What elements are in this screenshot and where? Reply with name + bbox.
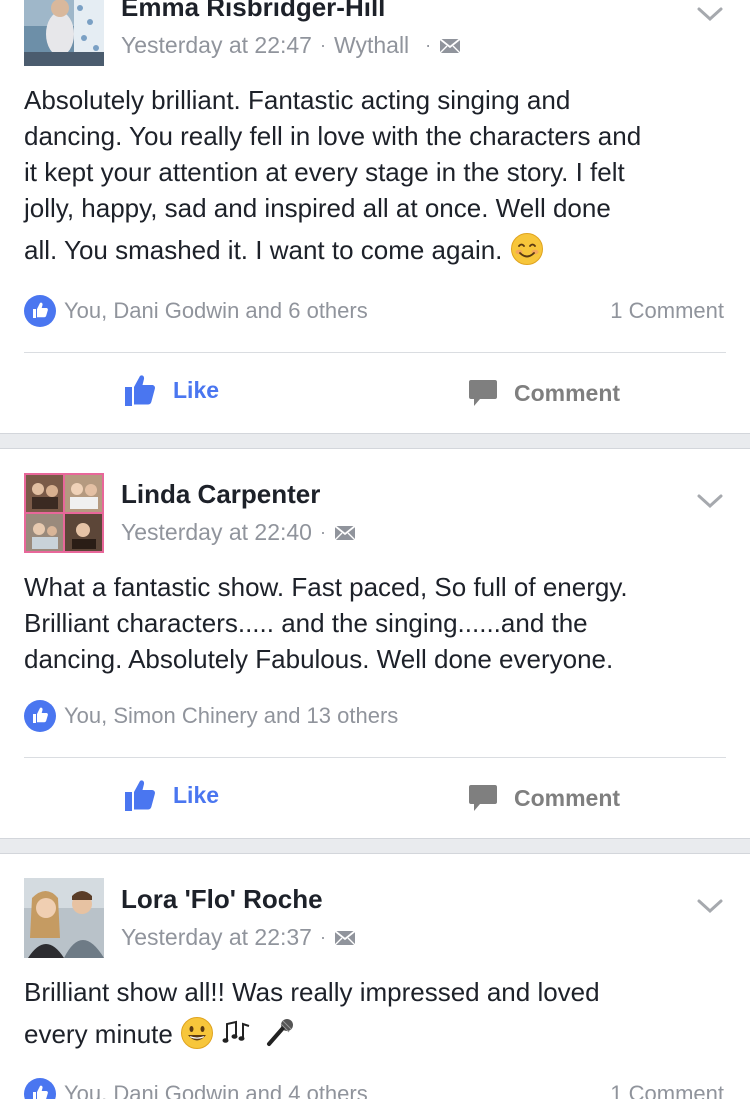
comments-count[interactable]: 1 Comment [610, 298, 724, 324]
comments-count[interactable]: 1 Comment [610, 1081, 724, 1099]
like-button[interactable]: Like [124, 779, 219, 812]
smiling-emoji-icon [510, 233, 543, 265]
post-body-line: dancing. You really fell in love with th… [24, 121, 642, 151]
like-button[interactable]: Like [124, 374, 219, 407]
post-body-line: What a fantastic show. Fast paced, So fu… [24, 572, 628, 602]
post-location[interactable]: Wythall [334, 32, 409, 59]
post-separator [0, 433, 750, 449]
post-body-line: dancing. Absolutely Fabulous. Well done … [24, 644, 614, 674]
post-body-line: all. You smashed it. I want to come agai… [24, 235, 503, 265]
meta-separator: · [319, 35, 326, 55]
post-card: Lora 'Flo' Roche Yesterday at 22:37 · Br… [0, 854, 750, 1099]
comment-bubble-icon [469, 380, 497, 406]
post-meta: Yesterday at 22:47 · Wythall · [121, 32, 461, 59]
chevron-down-icon[interactable] [696, 896, 724, 916]
microphone-icon [266, 1019, 293, 1046]
divider [24, 352, 726, 353]
reaction-names[interactable]: You, Dani Godwin and 4 others [64, 1081, 368, 1099]
envelope-icon [334, 524, 356, 540]
thumbs-up-icon [125, 780, 155, 811]
post-body: Absolutely brilliant. Fantastic acting s… [24, 82, 734, 268]
post-card: Linda Carpenter Yesterday at 22:40 · Wha… [0, 449, 750, 838]
author-avatar[interactable] [24, 0, 104, 66]
reaction-summary[interactable]: You, Dani Godwin and 6 others [24, 295, 368, 327]
comment-button[interactable]: Comment [468, 783, 620, 813]
post-card: Emma Risbridger-Hill Yesterday at 22:47 … [0, 0, 750, 433]
post-meta: Yesterday at 22:37 · [121, 924, 356, 951]
post-body-line: Brilliant show all!! Was really impresse… [24, 977, 600, 1007]
thumbs-up-badge-icon [24, 295, 56, 327]
thumbs-up-icon [125, 375, 155, 406]
reaction-summary[interactable]: You, Simon Chinery and 13 others [24, 700, 398, 732]
like-button-label: Like [173, 782, 220, 808]
meta-separator: · [319, 927, 326, 947]
post-timestamp[interactable]: Yesterday at 22:40 [121, 519, 312, 546]
post-body-last: all. You smashed it. I want to come agai… [24, 232, 734, 268]
chevron-down-icon[interactable] [696, 4, 724, 24]
comment-bubble-icon [469, 785, 497, 811]
post-body: Brilliant show all!! Was really impresse… [24, 974, 734, 1052]
meta-separator: · [425, 35, 432, 55]
envelope-icon [439, 37, 461, 53]
thumbs-up-badge-icon [24, 1078, 56, 1099]
author-name[interactable]: Lora 'Flo' Roche [121, 884, 323, 915]
post-body-line: jolly, happy, sad and inspired all at on… [24, 193, 611, 223]
comment-button-label: Comment [514, 379, 621, 406]
post-body-line: Absolutely brilliant. Fantastic acting s… [24, 85, 571, 115]
post-body-line: it kept your attention at every stage in… [24, 157, 625, 187]
post-body-last: every minute [24, 1016, 734, 1052]
comment-button[interactable]: Comment [468, 378, 620, 408]
post-timestamp[interactable]: Yesterday at 22:47 [121, 32, 312, 59]
author-name[interactable]: Emma Risbridger-Hill [121, 0, 385, 23]
post-body-line: Brilliant characters..... and the singin… [24, 608, 588, 638]
envelope-icon [334, 929, 356, 945]
post-timestamp[interactable]: Yesterday at 22:37 [121, 924, 312, 951]
divider [24, 757, 726, 758]
author-avatar[interactable] [24, 473, 104, 553]
like-button-label: Like [173, 377, 220, 403]
music-notes-icon [222, 1020, 250, 1043]
reaction-names[interactable]: You, Simon Chinery and 13 others [64, 703, 398, 729]
post-body: What a fantastic show. Fast paced, So fu… [24, 569, 734, 677]
meta-separator: · [319, 522, 326, 542]
post-meta: Yesterday at 22:40 · [121, 519, 356, 546]
thumbs-up-badge-icon [24, 700, 56, 732]
reaction-names[interactable]: You, Dani Godwin and 6 others [64, 298, 368, 324]
comment-button-label: Comment [514, 784, 621, 811]
post-body-line: every minute [24, 1019, 173, 1049]
grinning-emoji-icon [181, 1017, 214, 1049]
chevron-down-icon[interactable] [696, 491, 724, 511]
reaction-summary[interactable]: You, Dani Godwin and 4 others [24, 1078, 368, 1099]
post-separator [0, 838, 750, 854]
author-name[interactable]: Linda Carpenter [121, 479, 320, 510]
author-avatar[interactable] [24, 878, 104, 958]
